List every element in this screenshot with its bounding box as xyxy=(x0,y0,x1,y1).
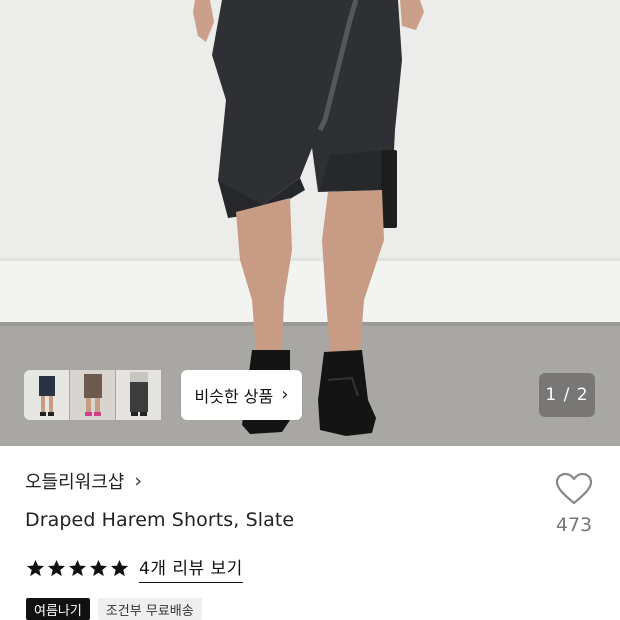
similar-products-bar[interactable]: 비슷한 상품 › xyxy=(24,370,306,420)
tag-badge: 여름나기 xyxy=(26,598,90,620)
image-page-indicator: 1 / 2 xyxy=(539,373,595,417)
star-icon xyxy=(26,559,45,577)
chevron-right-icon: › xyxy=(281,384,289,405)
similar-thumbnail[interactable] xyxy=(116,370,161,420)
product-info-section: 오들리워크샵 › Draped Harem Shorts, Slate 473 … xyxy=(0,446,620,620)
similar-thumbnail[interactable] xyxy=(70,370,115,420)
review-link[interactable]: 4개 리뷰 보기 xyxy=(139,554,243,583)
similar-products-button[interactable]: 비슷한 상품 › xyxy=(181,370,302,420)
star-icon xyxy=(110,559,129,577)
shop-link[interactable]: 오들리워크샵 › xyxy=(25,468,142,494)
similar-thumbnail[interactable] xyxy=(24,370,69,420)
shop-name: 오들리워크샵 xyxy=(25,472,125,493)
similar-products-label: 비슷한 상품 xyxy=(194,387,274,406)
like-button[interactable]: 473 xyxy=(548,472,600,536)
star-icon xyxy=(47,559,66,577)
product-image-carousel[interactable]: 비슷한 상품 › 1 / 2 xyxy=(0,0,620,446)
thumbnail-image xyxy=(116,370,161,420)
star-rating xyxy=(26,559,129,578)
star-icon xyxy=(89,559,108,577)
product-tags: 여름나기 조건부 무료배송 xyxy=(26,598,202,620)
product-title: Draped Harem Shorts, Slate xyxy=(25,509,295,531)
thumbnail-image xyxy=(70,370,115,420)
star-icon xyxy=(68,559,87,577)
chevron-right-icon: › xyxy=(134,470,142,492)
heart-icon xyxy=(555,472,593,505)
thumbnail-image xyxy=(24,370,69,420)
shipping-badge: 조건부 무료배송 xyxy=(97,598,202,620)
like-count: 473 xyxy=(555,514,593,536)
rating-row: 4개 리뷰 보기 xyxy=(26,554,243,583)
